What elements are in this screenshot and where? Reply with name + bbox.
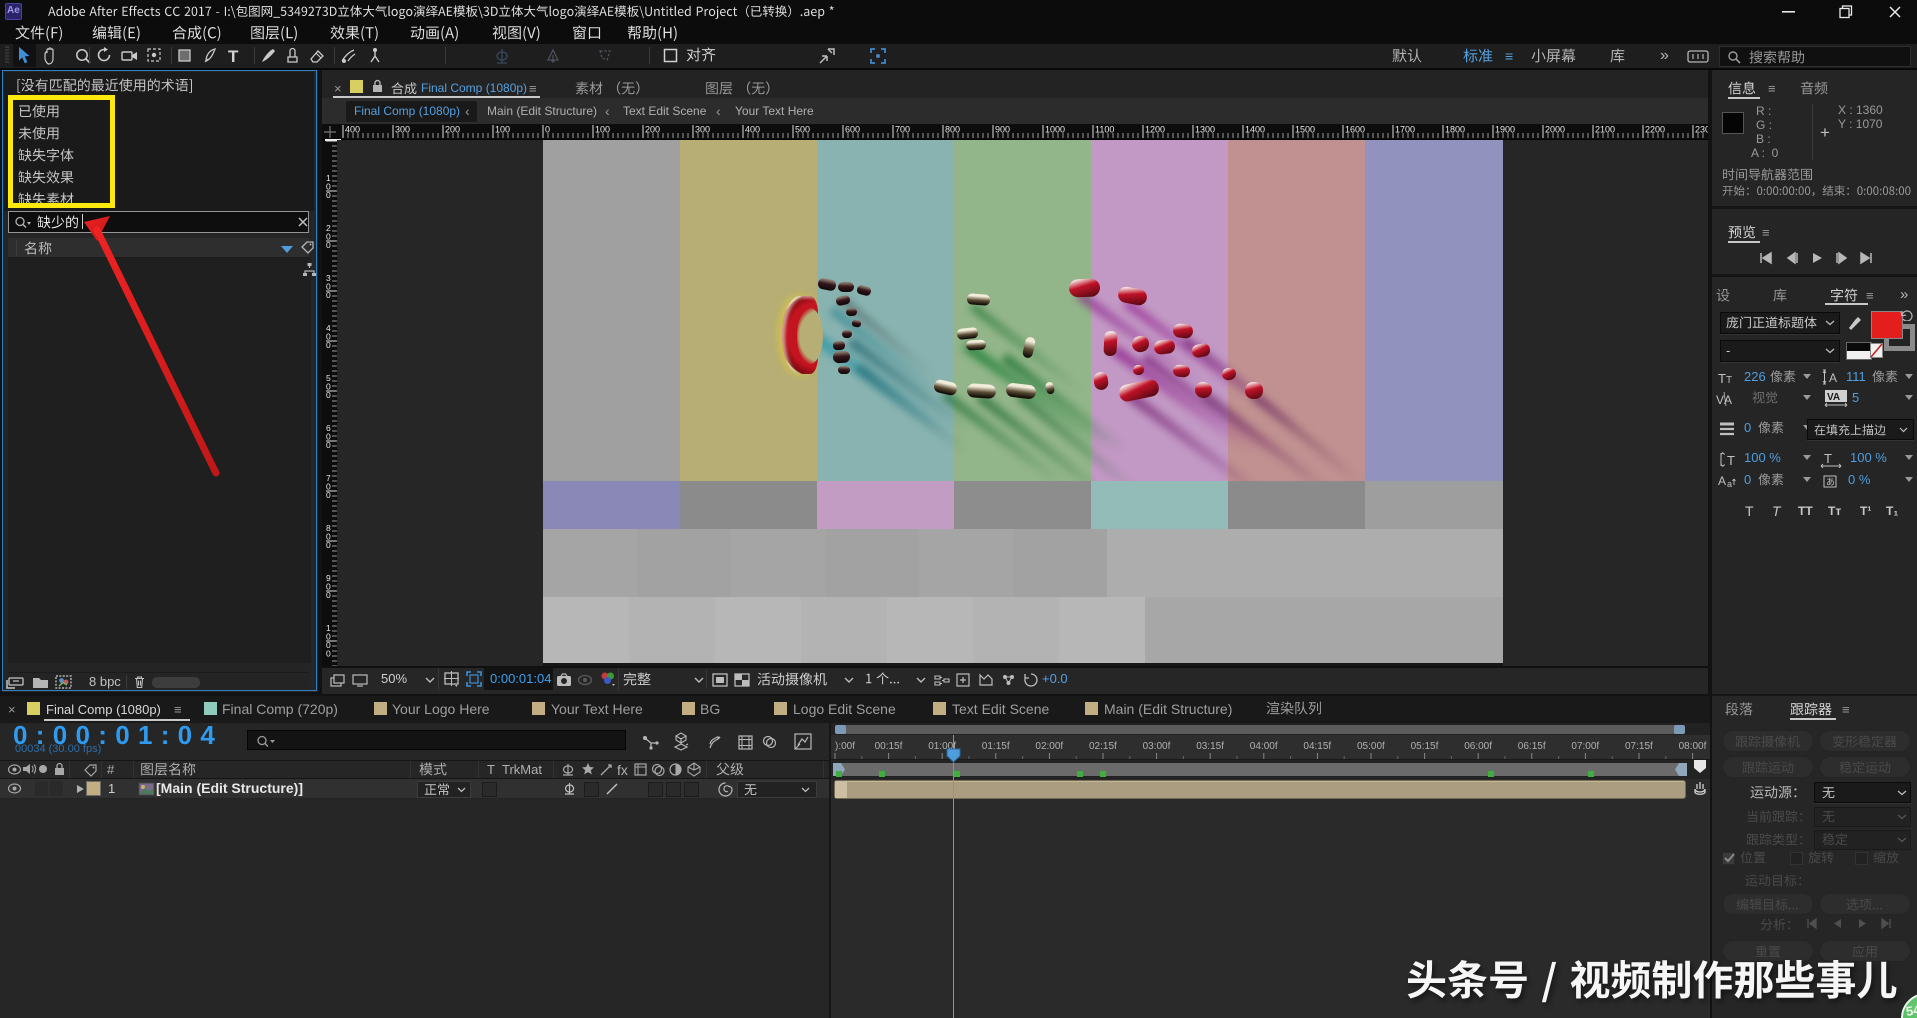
svg-text:T: T <box>1718 371 1726 386</box>
svg-text:00:15f: 00:15f <box>875 741 903 752</box>
svg-text:0: 0 <box>326 490 331 500</box>
svg-text:0: 0 <box>326 649 331 659</box>
svg-text:07:00f: 07:00f <box>1571 741 1599 752</box>
svg-text:04:15f: 04:15f <box>1303 741 1331 752</box>
svg-text:05:00f: 05:00f <box>1357 741 1385 752</box>
svg-text:0: 0 <box>326 240 331 250</box>
svg-text:0: 0 <box>326 190 331 200</box>
svg-text:0: 0 <box>326 290 331 300</box>
svg-text:02:00f: 02:00f <box>1035 741 1063 752</box>
svg-text:05:15f: 05:15f <box>1411 741 1439 752</box>
svg-text:08:00f: 08:00f <box>1679 741 1707 752</box>
svg-text:T: T <box>1726 375 1732 386</box>
svg-text:07:15f: 07:15f <box>1625 741 1653 752</box>
svg-text:04:00f: 04:00f <box>1250 741 1278 752</box>
svg-text:0: 0 <box>326 590 331 600</box>
svg-text:VA: VA <box>1827 392 1840 403</box>
svg-text:06:00f: 06:00f <box>1464 741 1492 752</box>
svg-text:2300: 2300 <box>1695 125 1708 135</box>
svg-text:a: a <box>1727 479 1732 489</box>
svg-text:):00f: ):00f <box>835 741 855 752</box>
svg-text:V: V <box>1716 393 1724 407</box>
svg-text:0: 0 <box>326 340 331 350</box>
svg-text:0: 0 <box>326 540 331 550</box>
svg-text:T: T <box>1727 453 1735 468</box>
svg-text:03:15f: 03:15f <box>1196 741 1224 752</box>
svg-text:01:15f: 01:15f <box>982 741 1010 752</box>
svg-text:A: A <box>1829 371 1837 385</box>
svg-text:T: T <box>1824 451 1832 466</box>
svg-text:0: 0 <box>545 125 550 135</box>
svg-text:06:15f: 06:15f <box>1518 741 1546 752</box>
svg-text:A: A <box>1718 474 1726 488</box>
svg-text:02:15f: 02:15f <box>1089 741 1117 752</box>
svg-text:0: 0 <box>326 440 331 450</box>
svg-text:あ: あ <box>1826 477 1835 487</box>
svg-text:0: 0 <box>326 390 331 400</box>
svg-text:03:00f: 03:00f <box>1143 741 1171 752</box>
